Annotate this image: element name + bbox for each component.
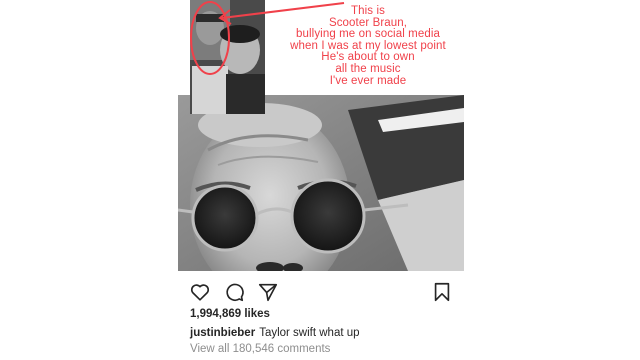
- caption-text: Taylor swift what up: [259, 327, 360, 339]
- heart-icon[interactable]: [189, 281, 211, 303]
- likes-count[interactable]: 1,994,869 likes: [190, 308, 270, 320]
- instagram-post: This is Scooter Braun, bullying me on so…: [178, 0, 464, 360]
- comment-icon[interactable]: [223, 281, 245, 303]
- caption-username[interactable]: justinbieber: [190, 327, 255, 339]
- annotation-text: This is Scooter Braun, bullying me on so…: [290, 5, 446, 87]
- post-image[interactable]: This is Scooter Braun, bullying me on so…: [178, 0, 464, 271]
- post-caption: justinbieber Taylor swift what up: [190, 327, 360, 339]
- view-comments-link[interactable]: View all 180,546 comments: [190, 343, 330, 355]
- post-action-bar: [178, 276, 464, 306]
- page: This is Scooter Braun, bullying me on so…: [0, 0, 640, 360]
- share-icon[interactable]: [257, 281, 279, 303]
- bookmark-icon[interactable]: [431, 281, 453, 303]
